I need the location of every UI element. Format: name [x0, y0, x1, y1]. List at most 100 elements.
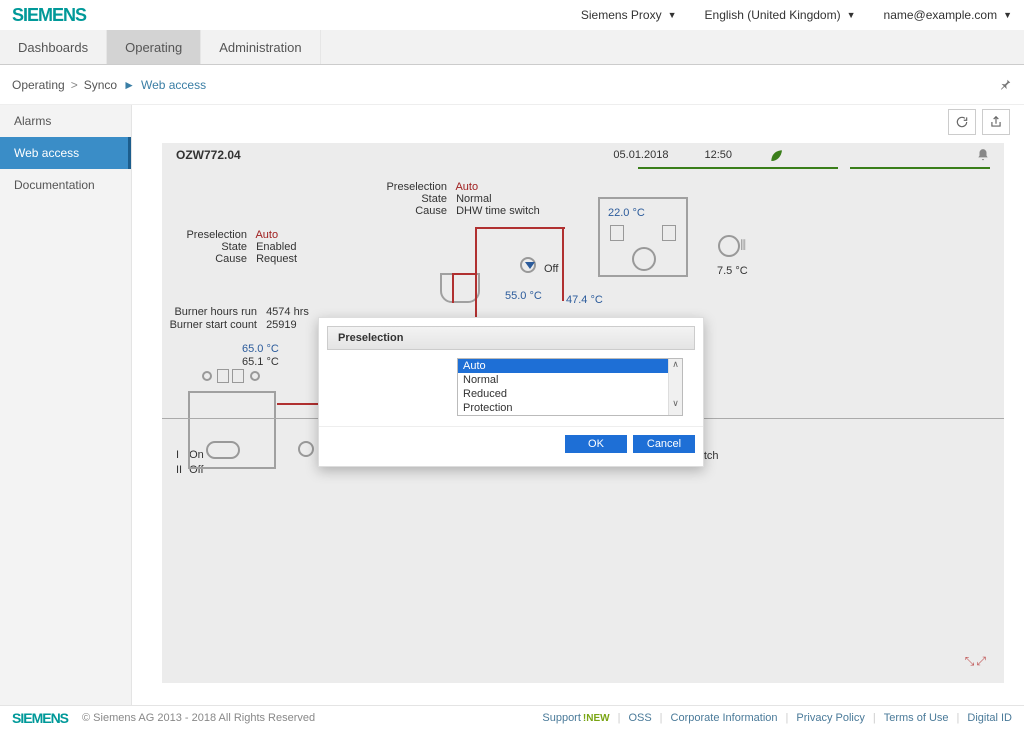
temp-setpoint: 65.0 °C	[242, 343, 279, 355]
temp-actual: 65.1 °C	[242, 356, 279, 368]
dialog-title: Preselection	[327, 326, 695, 350]
top-header: SIEMENS Siemens Proxy ▼ English (United …	[0, 0, 1024, 30]
scroll-down-icon[interactable]: ∨	[669, 398, 682, 409]
export-icon	[989, 115, 1003, 129]
footer-link-privacy[interactable]: Privacy Policy	[796, 712, 864, 724]
sensor-box-icon	[232, 369, 244, 383]
plant-title: OZW772.04	[176, 148, 241, 162]
breadcrumb-root[interactable]: Operating	[12, 78, 65, 92]
temp-flow: 47.4 °C	[566, 294, 603, 306]
footer-link-support[interactable]: Support!NEW	[542, 712, 609, 724]
sensor-icon	[202, 371, 212, 381]
chevron-down-icon: ▼	[668, 10, 677, 20]
dhw-preselection-value[interactable]: Auto	[455, 181, 478, 193]
sensor-box-icon	[662, 225, 676, 241]
status-bar-green	[638, 167, 838, 169]
breadcrumb-sep: >	[71, 78, 78, 92]
breadcrumb-play-icon: ►	[123, 78, 135, 92]
eco-leaf-icon[interactable]	[768, 147, 784, 163]
footer-copyright: © Siemens AG 2013 - 2018 All Rights Rese…	[82, 712, 315, 724]
sidebar: Alarms Web access Documentation	[0, 105, 132, 705]
footer-link-corporate[interactable]: Corporate Information	[671, 712, 778, 724]
pipe-flow	[562, 227, 564, 301]
schedule-icon	[610, 225, 624, 241]
boiler-state-value: Enabled	[256, 241, 296, 253]
pipe-flow	[452, 273, 454, 303]
boiler-cause-value: Request	[256, 253, 297, 265]
footer: SIEMENS © Siemens AG 2013 - 2018 All Rig…	[0, 705, 1024, 730]
select-option-auto[interactable]: Auto	[458, 359, 682, 373]
pipe-flow	[475, 227, 565, 229]
status-bar-green-2	[850, 167, 990, 169]
select-option-reduced[interactable]: Reduced	[458, 387, 682, 401]
dhw-tank-icon	[440, 273, 480, 303]
burner-starts-row: Burner start count 25919	[137, 319, 297, 331]
footer-link-terms[interactable]: Terms of Use	[884, 712, 949, 724]
pipe-flow	[452, 273, 476, 275]
pin-icon[interactable]	[998, 78, 1012, 92]
chevron-down-icon: ▼	[847, 10, 856, 20]
select-scrollbar[interactable]: ∧ ∨	[668, 359, 682, 415]
footer-link-digital-id[interactable]: Digital ID	[967, 712, 1012, 724]
fullscreen-icon[interactable]: ⤡⤢	[965, 654, 988, 669]
sidebar-item-web-access[interactable]: Web access	[0, 137, 131, 169]
sidebar-item-documentation[interactable]: Documentation	[0, 169, 131, 201]
footer-logo: SIEMENS	[12, 710, 68, 726]
boiler-state-row: State Enabled	[152, 241, 296, 253]
dhw-state-row: State Normal	[372, 193, 492, 205]
breadcrumb-current: Web access	[141, 78, 206, 92]
dhw-preselection-row: Preselection Auto	[372, 181, 478, 193]
content-toolbar	[948, 109, 1010, 135]
dhw-cause-value: DHW time switch	[456, 205, 540, 217]
radiation-icon: ⦀	[740, 237, 746, 254]
pump-state: Off	[544, 263, 558, 275]
refresh-button[interactable]	[948, 109, 976, 135]
sensor-box-icon	[217, 369, 229, 383]
boiler-preselection-row: Preselection Auto	[152, 229, 278, 241]
nav-tab-operating[interactable]: Operating	[107, 30, 201, 64]
burner-starts-value: 25919	[266, 319, 297, 331]
scroll-up-icon[interactable]: ∧	[669, 359, 682, 370]
plant-selector-label: Siemens Proxy	[581, 8, 662, 22]
new-badge: !NEW	[583, 713, 610, 724]
preselection-select[interactable]: Auto Normal Reduced Protection ∧ ∨	[457, 358, 683, 416]
export-button[interactable]	[982, 109, 1010, 135]
plant-date: 05.01.2018	[613, 149, 668, 161]
dhw-state-value: Normal	[456, 193, 491, 205]
user-menu-dropdown[interactable]: name@example.com ▼	[884, 8, 1012, 22]
dhw-cause-row: Cause DHW time switch	[372, 205, 540, 217]
brand-logo: SIEMENS	[12, 5, 86, 26]
bell-icon[interactable]	[976, 148, 990, 162]
refresh-icon	[955, 115, 969, 129]
plant-selector-dropdown[interactable]: Siemens Proxy ▼	[581, 8, 677, 22]
user-email: name@example.com	[884, 8, 998, 22]
footer-link-oss[interactable]: OSS	[628, 712, 651, 724]
dial-icon	[632, 247, 656, 271]
plant-header: OZW772.04 05.01.2018 12:50	[162, 143, 1004, 167]
ok-button[interactable]: OK	[565, 435, 627, 453]
outside-sensor-icon	[718, 235, 740, 257]
language-dropdown[interactable]: English (United Kingdom) ▼	[705, 8, 856, 22]
sidebar-item-alarms[interactable]: Alarms	[0, 105, 131, 137]
nav-tab-administration[interactable]: Administration	[201, 30, 320, 64]
temp-pump: 55.0 °C	[505, 290, 542, 302]
sensor-icon	[250, 371, 260, 381]
plant-time: 12:50	[704, 149, 732, 161]
preselection-dialog: Preselection Auto Normal Reduced Protect…	[318, 317, 704, 467]
main-nav: Dashboards Operating Administration	[0, 30, 1024, 65]
burner-hours-row: Burner hours run 4574 hrs	[137, 306, 309, 318]
chevron-down-icon: ▼	[1003, 10, 1012, 20]
language-label: English (United Kingdom)	[705, 8, 841, 22]
pump-icon	[520, 257, 536, 273]
boiler-preselection-value[interactable]: Auto	[255, 229, 278, 241]
nav-tab-dashboards[interactable]: Dashboards	[0, 30, 107, 64]
select-option-protection[interactable]: Protection	[458, 401, 682, 415]
burner-hours-value: 4574 hrs	[266, 306, 309, 318]
select-option-normal[interactable]: Normal	[458, 373, 682, 387]
temp-outside: 7.5 °C	[717, 265, 748, 277]
output-point-icon	[298, 441, 314, 457]
breadcrumb: Operating > Synco ► Web access	[0, 65, 1024, 105]
cancel-button[interactable]: Cancel	[633, 435, 695, 453]
breadcrumb-mid[interactable]: Synco	[84, 78, 117, 92]
burner-icon	[206, 441, 240, 459]
